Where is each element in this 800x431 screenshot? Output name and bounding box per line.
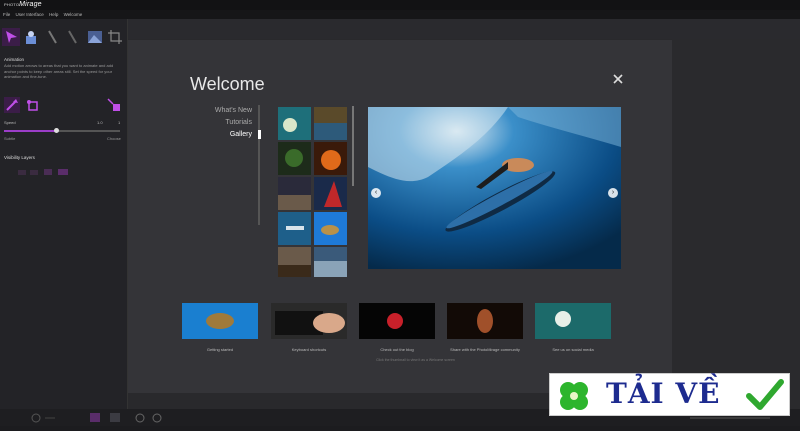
speed-value[interactable]: 1.0 [97,120,103,125]
card-caption: Check out the blog [380,347,414,352]
crop-tool[interactable] [106,28,124,46]
checkmark-icon [746,379,784,410]
dialog-title: Welcome [190,74,265,94]
card-caption: Share with the PhotoMirage community [450,347,520,352]
speed-slider[interactable] [4,128,120,133]
watermark-banner: TẢI VỀ [549,373,790,416]
anchor-tool[interactable] [22,28,40,46]
selection-icon [107,98,120,111]
card-blog[interactable]: Check out the blog [359,303,435,352]
right-panel [672,39,800,409]
watermark-text: TẢI VỀ [606,377,721,410]
speed-slider-thumb[interactable] [54,128,60,133]
gallery-thumb[interactable] [278,247,311,277]
title-bar: PHOTOMirage [0,0,800,10]
gallery-thumb[interactable] [278,212,311,245]
tab-whats-new[interactable]: What's New [215,107,252,114]
eraser-icon [68,30,77,44]
gallery-preview-image [368,107,621,269]
clover-icon [560,382,588,410]
speed-max: 1 [118,120,121,125]
prev-image-button[interactable]: ‹ [371,188,381,198]
canvas-toolbar [128,19,800,39]
anchor-icon [26,31,36,44]
animation-description: Add motion arrows to areas that you want… [4,63,114,79]
speed-slider-fill [4,130,57,132]
next-image-button[interactable]: › [608,188,618,198]
tab-gallery[interactable]: Gallery [230,131,252,138]
animation-title: Animation [4,57,25,62]
menu-welcome[interactable]: Welcome [64,12,83,17]
motion-arrow-icon [6,99,18,111]
image-icon [88,31,102,43]
welcome-nav: What's New Tutorials Gallery [190,105,260,225]
menu-help[interactable]: Help [49,12,58,17]
anchor-point-icon [27,100,38,111]
visibility-layer-icons[interactable] [18,167,78,177]
gallery-thumb[interactable] [314,107,347,140]
app-logo: PHOTOMirage [4,1,42,8]
motion-arrow-button[interactable] [4,97,20,113]
brush-tool[interactable] [44,28,62,46]
card-keyboard-shortcuts[interactable]: Keyboard shortcuts [271,303,347,352]
card-image [359,303,435,339]
gallery-thumbnails [278,107,348,277]
card-image [535,303,611,339]
gallery-thumb[interactable] [278,107,311,140]
choose-label: Choose [107,136,121,141]
anchor-point-button[interactable] [24,97,40,113]
gallery-thumb[interactable] [314,177,347,210]
card-caption: Getting started [206,347,234,352]
card-image [447,303,523,339]
dialog-footnote: Click the thumbnail to view it as a Welc… [376,358,455,362]
crop-icon [108,30,122,44]
visibility-layers-title: Visibility Layers [4,155,35,160]
menu-user-interface[interactable]: User Interface [16,12,44,17]
subtle-label: Subtle [4,136,16,141]
card-image [271,303,347,339]
card-community[interactable]: Share with the PhotoMirage community [447,303,523,352]
gallery-thumb[interactable] [314,142,347,175]
gallery-thumb[interactable] [278,177,311,210]
selection-button[interactable] [106,97,122,113]
left-panel: Animation Add motion arrows to areas tha… [0,19,128,426]
arrow-icon [6,31,17,43]
card-caption: See us on social media [552,347,594,352]
card-caption: Keyboard shortcuts [291,347,327,352]
brush-icon [48,30,57,44]
thumbnail-scrollbar[interactable] [352,106,354,186]
gallery-thumb[interactable] [314,247,347,277]
image-tool[interactable] [86,28,104,46]
eraser-tool[interactable] [64,28,82,46]
menu-bar: File User Interface Help Welcome [0,10,800,19]
speed-label: Speed [4,120,16,125]
tab-tutorials[interactable]: Tutorials [225,119,252,126]
gallery-thumb[interactable] [314,212,347,245]
welcome-dialog: Welcome What's New Tutorials Gallery ‹ ›… [128,40,672,393]
card-getting-started[interactable]: Getting started [182,303,258,352]
card-social-media[interactable]: See us on social media [535,303,611,352]
motion-arrow-tool[interactable] [2,28,20,46]
close-icon[interactable] [612,73,624,85]
active-tab-marker [258,130,261,139]
gallery-thumb[interactable] [278,142,311,175]
card-image [182,303,258,339]
menu-file[interactable]: File [3,12,10,17]
